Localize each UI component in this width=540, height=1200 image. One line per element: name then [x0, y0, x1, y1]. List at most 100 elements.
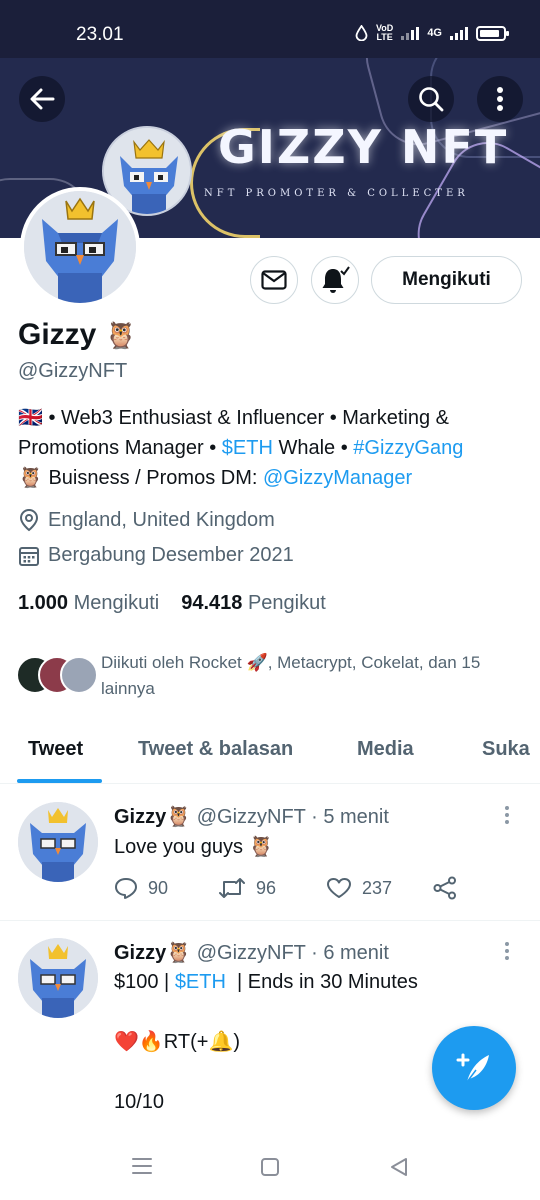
owl-emoji-icon: 🦉: [104, 320, 138, 350]
reply-button[interactable]: 90: [114, 877, 218, 899]
location-text: England, United Kingdom: [48, 508, 275, 531]
owl-emoji-icon: 🦉: [18, 467, 43, 489]
notifications-button[interactable]: [311, 256, 359, 304]
tab-media[interactable]: Media: [357, 738, 414, 761]
more-options-button[interactable]: [477, 76, 523, 122]
reply-icon: [115, 878, 137, 899]
signal-icon-1: [401, 26, 420, 40]
follow-stats: 1.000 Mengikuti 94.418 Pengikut: [18, 592, 326, 615]
status-time: 23.01: [76, 24, 124, 45]
active-tab-indicator: [17, 779, 102, 783]
profile-avatar[interactable]: [20, 187, 140, 307]
tweet-header: Gizzy🦉 @GizzyNFT · 6 menit: [114, 940, 389, 965]
owl-emoji-icon: 🦉: [166, 806, 192, 828]
followers-count: 94.418: [181, 592, 243, 614]
joined-text: Bergabung Desember 2021: [48, 544, 294, 566]
followers-link[interactable]: 94.418 Pengikut: [181, 592, 326, 615]
profile-handle: @GizzyNFT: [18, 360, 128, 382]
battery-fill: [480, 29, 499, 37]
bio-cashtag-link[interactable]: $ETH: [222, 437, 273, 459]
profile-name-text: Gizzy: [18, 318, 97, 351]
followed-by-text: Diikuti oleh Rocket 🚀, Metacrypt, Cokela…: [101, 650, 531, 702]
signal-icon-2: [450, 26, 468, 40]
tweet-avatar[interactable]: [18, 802, 98, 882]
followers-label: Pengikut: [247, 592, 326, 614]
retweet-count: 96: [256, 877, 277, 898]
following-label: Mengikuti: [73, 592, 160, 614]
bio-text-3: Buisness / Promos DM:: [42, 467, 263, 489]
tweet-avatar[interactable]: [18, 938, 98, 1018]
tweet-text: Love you guys 🦉: [114, 836, 274, 858]
rocket-emoji-icon: 🚀: [246, 653, 268, 672]
data-saver-icon: [355, 25, 368, 41]
retweet-button[interactable]: 96: [218, 877, 326, 899]
search-button[interactable]: [408, 76, 454, 122]
menu-icon[interactable]: [131, 1156, 153, 1176]
bell-check-icon: [322, 266, 350, 293]
tweet-author-handle[interactable]: @GizzyNFT: [197, 806, 306, 828]
tweet-actions: 90 96 237: [114, 876, 458, 900]
back-nav-icon[interactable]: [388, 1156, 410, 1178]
following-link[interactable]: 1.000 Mengikuti: [18, 592, 159, 615]
uk-flag-icon: 🇬🇧: [18, 407, 43, 429]
tab-tweets-and-replies[interactable]: Tweet & balasan: [138, 738, 293, 761]
home-icon[interactable]: [259, 1156, 281, 1178]
tweet-text-part: | Ends in 30 Minutes: [225, 971, 418, 993]
network-type: 4G: [427, 27, 442, 39]
bio-text-2: Whale •: [272, 437, 354, 459]
owl-avatar-icon: [24, 191, 136, 303]
tweet-time: · 6 menit: [311, 942, 389, 964]
envelope-icon: [261, 270, 287, 290]
profile-name: Gizzy 🦉: [18, 318, 137, 352]
battery-icon: [476, 25, 509, 41]
banner-subtitle: NFT PROMOTER & COLLECTER: [204, 188, 469, 199]
owl-avatar-icon: [18, 938, 98, 1018]
volte-line-2: LTE: [376, 32, 393, 42]
tweet-text-part: $100 |: [114, 971, 175, 993]
tweet-more-icon[interactable]: [505, 942, 509, 960]
owl-avatar-icon: [18, 802, 98, 882]
search-icon: [419, 87, 444, 112]
tweet-text-line-3: 10/10: [114, 1091, 165, 1113]
tweet-more-icon[interactable]: [505, 806, 509, 824]
status-bar: 23.01 VoD LTE 4G: [0, 0, 540, 58]
tweet[interactable]: Gizzy🦉 @GizzyNFT · 5 menit Love you guys…: [0, 784, 540, 920]
like-button[interactable]: 237: [326, 877, 432, 899]
following-count: 1.000: [18, 592, 69, 614]
profile-bio: 🇬🇧 • Web3 Enthusiast & Influencer • Mark…: [18, 403, 528, 493]
retweet-icon: [219, 878, 245, 898]
like-count: 237: [362, 877, 393, 898]
status-icons: VoD LTE 4G: [355, 24, 509, 42]
profile-location: England, United Kingdom: [18, 508, 275, 532]
location-pin-icon: [19, 508, 39, 532]
tweet-header: Gizzy🦉 @GizzyNFT · 5 menit: [114, 804, 389, 829]
system-nav-bar: [0, 1134, 540, 1200]
profile-joined: Bergabung Desember 2021: [18, 544, 294, 567]
profile-tabs: Tweet Tweet & balasan Media Suka: [0, 718, 540, 784]
bio-mention-link[interactable]: @GizzyManager: [263, 467, 412, 489]
share-icon: [433, 876, 456, 900]
tweet-author-handle[interactable]: @GizzyNFT: [197, 942, 306, 964]
followed-by-text-a: Diikuti oleh Rocket: [101, 653, 247, 672]
tweet-author-name[interactable]: Gizzy: [114, 942, 166, 964]
bio-hashtag-link[interactable]: #GizzyGang: [353, 437, 463, 459]
banner-title: GIZZY NFT: [218, 120, 509, 174]
heart-icon: [327, 878, 351, 898]
more-vertical-icon: [497, 87, 503, 111]
compose-tweet-button[interactable]: [432, 1026, 516, 1110]
message-button[interactable]: [250, 256, 298, 304]
share-button[interactable]: [432, 876, 458, 900]
back-button[interactable]: [19, 76, 65, 122]
tweet-cashtag-link[interactable]: $ETH: [175, 971, 226, 993]
tweet-text-line-2: ❤️🔥RT(+🔔): [114, 1031, 241, 1053]
followed-by[interactable]: Diikuti oleh Rocket 🚀, Metacrypt, Cokela…: [16, 650, 526, 704]
calendar-icon: [19, 546, 39, 566]
feather-plus-icon: [456, 1053, 489, 1083]
tab-tweets[interactable]: Tweet: [28, 738, 83, 761]
owl-emoji-icon: 🦉: [166, 942, 192, 964]
arrow-left-icon: [30, 88, 55, 110]
following-button[interactable]: Mengikuti: [371, 256, 522, 304]
tab-likes[interactable]: Suka: [482, 738, 530, 761]
volte-indicator: VoD LTE: [376, 24, 393, 42]
tweet-author-name[interactable]: Gizzy: [114, 806, 166, 828]
